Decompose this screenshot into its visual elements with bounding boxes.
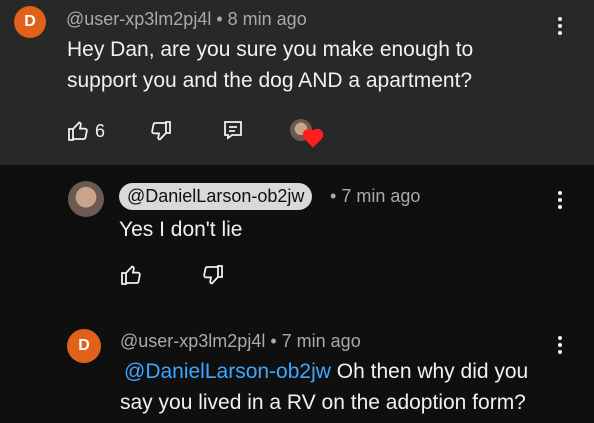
- more-vert-icon[interactable]: [557, 191, 563, 212]
- meta-separator: •: [216, 9, 228, 29]
- comment-text-line: support you and the dog AND a apartment?: [67, 69, 473, 92]
- comment-username[interactable]: @user-xp3lm2pj4l: [66, 9, 211, 29]
- reply-meta: @user-xp3lm2pj4l • 7 min ago: [120, 331, 361, 352]
- avatar[interactable]: D: [67, 329, 101, 363]
- reply-avatar[interactable]: [68, 181, 104, 217]
- avatar[interactable]: D: [14, 6, 46, 38]
- thumbs-down-icon[interactable]: [149, 119, 173, 143]
- more-vert-icon[interactable]: [557, 336, 563, 357]
- reply-username[interactable]: @user-xp3lm2pj4l: [120, 331, 265, 351]
- reply-meta: • 7 min ago: [330, 186, 420, 207]
- avatar-letter: D: [78, 337, 90, 354]
- reply-time[interactable]: 7 min ago: [341, 186, 420, 206]
- more-vert-icon[interactable]: [557, 17, 563, 38]
- comment-text-line: Hey Dan, are you sure you make enough to: [67, 38, 474, 61]
- comment-text: Hey Dan, are you sure you make enough to…: [67, 34, 473, 96]
- meta-separator: •: [270, 331, 282, 351]
- reply-text-line: say you lived in a RV on the adoption fo…: [120, 391, 526, 414]
- thumbs-up-icon[interactable]: [66, 119, 90, 143]
- reply-icon[interactable]: [222, 119, 244, 141]
- comment-time[interactable]: 8 min ago: [228, 9, 307, 29]
- creator-username-chip[interactable]: @DanielLarson-ob2jw: [119, 183, 313, 210]
- reply-text: Yes I don't lie: [119, 218, 243, 241]
- reply-text: @DanielLarson-ob2jw Oh then why did you …: [120, 356, 528, 418]
- reply-text-line: @DanielLarson-ob2jw Oh then why did you: [124, 356, 528, 387]
- avatar-letter: D: [24, 13, 36, 30]
- thumbs-up-icon[interactable]: [119, 263, 143, 287]
- reply-time[interactable]: 7 min ago: [282, 331, 361, 351]
- like-count: 6: [95, 121, 106, 141]
- mention-link[interactable]: @DanielLarson-ob2jw: [124, 360, 331, 383]
- meta-separator: •: [330, 186, 342, 206]
- comment-meta: @user-xp3lm2pj4l • 8 min ago: [66, 9, 307, 30]
- thumbs-down-icon[interactable]: [201, 263, 225, 287]
- reply-text-rest: Oh then why did you: [336, 360, 529, 383]
